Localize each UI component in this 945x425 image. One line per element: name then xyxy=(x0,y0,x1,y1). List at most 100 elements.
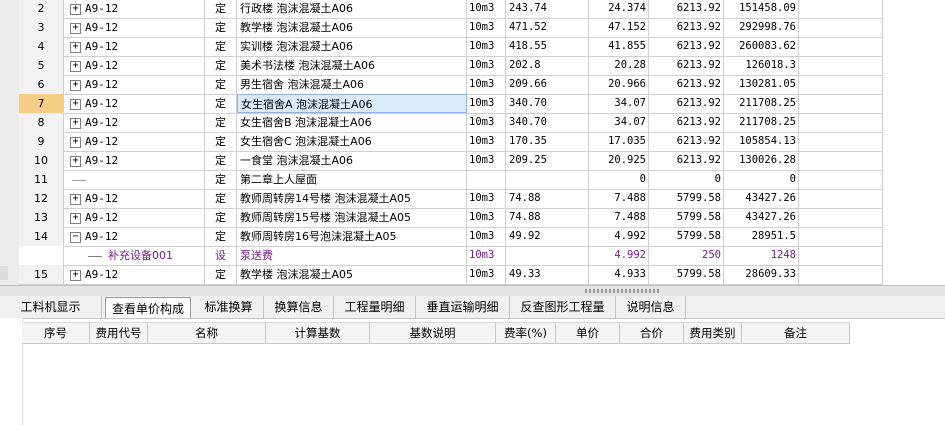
item-extra[interactable] xyxy=(799,37,883,56)
expand-icon[interactable]: + xyxy=(70,60,81,72)
expand-icon[interactable]: + xyxy=(70,41,81,53)
item-unit[interactable]: 10m3 xyxy=(467,265,506,284)
item-extra[interactable] xyxy=(799,246,883,265)
row-number[interactable]: 6 xyxy=(19,75,64,94)
tab-quantity-detail[interactable]: 工程量明细 xyxy=(334,296,416,318)
item-code-cell[interactable]: + A9-12 xyxy=(64,113,205,132)
item-quantity-expr[interactable]: 340.70 xyxy=(506,113,589,132)
item-quantity[interactable]: 34.07 xyxy=(589,113,649,132)
item-code-cell[interactable]: + A9-12 xyxy=(64,189,205,208)
item-name[interactable]: 女生宿舍A 泡沫混凝土A06 xyxy=(237,94,467,113)
row-number[interactable]: 2 xyxy=(19,0,64,18)
item-unit[interactable] xyxy=(467,170,506,189)
table-row[interactable]: 2 + A9-12 定行政楼 泡沫混凝土A06 10m3 243.74 24.374 6213… xyxy=(19,0,883,19)
table-row[interactable]: 7 + A9-12 定女生宿舍A 泡沫混凝土A06 10m3 340.70 34.07 621… xyxy=(19,94,883,114)
tab-description-info[interactable]: 说明信息 xyxy=(616,296,686,318)
item-unit-price[interactable]: 6213.92 xyxy=(649,132,724,151)
item-extra[interactable] xyxy=(799,18,883,37)
item-quantity[interactable]: 4.992 xyxy=(589,227,649,246)
item-name[interactable]: 男生宿舍 泡沫混凝土A06 xyxy=(237,75,467,94)
item-unit[interactable]: 10m3 xyxy=(467,0,506,18)
item-quantity-expr[interactable]: 209.25 xyxy=(506,151,589,170)
row-number[interactable]: 12 xyxy=(19,189,64,208)
item-quantity[interactable]: 20.28 xyxy=(589,56,649,75)
row-number[interactable]: 15 xyxy=(19,265,64,284)
row-number[interactable]: 5 xyxy=(19,56,64,75)
panel-splitter[interactable] xyxy=(0,285,945,296)
item-quantity[interactable]: 0 xyxy=(589,170,649,189)
expand-icon[interactable]: + xyxy=(70,193,81,205)
item-code-cell[interactable]: + A9-12 xyxy=(64,94,205,113)
item-code-cell[interactable]: + A9-12 xyxy=(64,265,205,284)
item-code-cell[interactable]: + A9-12 xyxy=(64,132,205,151)
tab-unit-price-composition[interactable]: 查看单价构成 xyxy=(105,297,191,318)
item-quantity-expr[interactable]: 74.88 xyxy=(506,189,589,208)
row-number[interactable]: 10 xyxy=(19,151,64,170)
item-code-cell[interactable]: + A9-12 xyxy=(64,75,205,94)
item-name[interactable]: 女生宿舍B 泡沫混凝土A06 xyxy=(237,113,467,132)
item-extra[interactable] xyxy=(799,170,883,189)
item-unit-price[interactable]: 6213.92 xyxy=(649,151,724,170)
collapse-icon[interactable]: − xyxy=(70,231,81,243)
item-unit-price[interactable]: 6213.92 xyxy=(649,0,724,18)
item-unit[interactable]: 10m3 xyxy=(467,227,506,246)
item-unit[interactable]: 10m3 xyxy=(467,37,506,56)
expand-icon[interactable]: + xyxy=(70,155,81,167)
item-quantity-expr[interactable]: 243.74 xyxy=(506,0,589,18)
item-unit-price[interactable]: 0 xyxy=(649,170,724,189)
item-quantity-expr[interactable]: 209.66 xyxy=(506,75,589,94)
item-name[interactable]: 教师周转房16号泡沫混凝土A05 xyxy=(237,227,467,246)
item-extra[interactable] xyxy=(799,56,883,75)
item-unit[interactable]: 10m3 xyxy=(467,113,506,132)
row-number[interactable]: 8 xyxy=(19,113,64,132)
expand-icon[interactable]: + xyxy=(70,98,81,110)
item-quantity[interactable]: 17.035 xyxy=(589,132,649,151)
item-unit[interactable]: 10m3 xyxy=(467,189,506,208)
item-quantity[interactable]: 20.925 xyxy=(589,151,649,170)
item-unit-price[interactable]: 250 xyxy=(649,246,724,265)
item-code-cell[interactable] xyxy=(64,170,205,189)
row-number[interactable]: 3 xyxy=(19,18,64,37)
item-unit[interactable]: 10m3 xyxy=(467,208,506,227)
item-name[interactable]: 实训楼 泡沫混凝土A06 xyxy=(237,37,467,56)
row-number[interactable]: 7 xyxy=(19,94,64,113)
expand-icon[interactable]: + xyxy=(70,269,81,281)
item-unit[interactable]: 10m3 xyxy=(467,246,506,265)
item-quantity-expr[interactable]: 49.92 xyxy=(506,227,589,246)
item-quantity-expr[interactable]: 74.88 xyxy=(506,208,589,227)
item-quantity[interactable]: 20.966 xyxy=(589,75,649,94)
table-row[interactable]: 14− A9-12 定教师周转房16号泡沫混凝土A05 10m3 49.92 4.992 5… xyxy=(19,227,883,247)
item-code-cell[interactable]: − A9-12 xyxy=(64,227,205,246)
item-extra[interactable] xyxy=(799,94,883,113)
item-name[interactable]: 第二章上人屋面 xyxy=(237,170,467,189)
table-row[interactable]: 13 + A9-12 定教师周转房15号楼 泡沫混凝土A05 10m3 74.88 7.48… xyxy=(19,208,883,228)
item-name[interactable]: 行政楼 泡沫混凝土A06 xyxy=(237,0,467,18)
item-unit-price[interactable]: 5799.58 xyxy=(649,189,724,208)
item-extra[interactable] xyxy=(799,132,883,151)
item-quantity[interactable]: 34.07 xyxy=(589,94,649,113)
item-name[interactable]: 教师周转房14号楼 泡沫混凝土A05 xyxy=(237,189,467,208)
tab-vertical-transport-detail[interactable]: 垂直运输明细 xyxy=(416,296,510,318)
item-name[interactable]: 一食堂 泡沫混凝土A06 xyxy=(237,151,467,170)
item-extra[interactable] xyxy=(799,189,883,208)
item-name[interactable]: 教师周转房15号楼 泡沫混凝土A05 xyxy=(237,208,467,227)
table-row[interactable]: 12 + A9-12 定教师周转房14号楼 泡沫混凝土A05 10m3 74.88 7.48… xyxy=(19,189,883,209)
item-quantity[interactable]: 47.152 xyxy=(589,18,649,37)
table-row[interactable]: 4 + A9-12 定实训楼 泡沫混凝土A06 10m3 418.55 41.855 6213… xyxy=(19,37,883,57)
expand-icon[interactable]: + xyxy=(70,3,81,15)
expand-icon[interactable]: + xyxy=(70,79,81,91)
table-row[interactable]: 3 + A9-12 定教学楼 泡沫混凝土A06 10m3 471.52 47.152 6213… xyxy=(19,18,883,38)
item-code-cell[interactable]: + A9-12 xyxy=(64,18,205,37)
item-name[interactable]: 美术书法楼 泡沫混凝土A06 xyxy=(237,56,467,75)
tab-reverse-graphic-quantity[interactable]: 反查图形工程量 xyxy=(510,296,616,318)
item-quantity-expr[interactable] xyxy=(506,170,589,189)
item-code-cell[interactable]: + A9-12 xyxy=(64,0,205,18)
row-number[interactable] xyxy=(19,246,64,265)
item-unit-price[interactable]: 5799.58 xyxy=(649,265,724,284)
row-number[interactable]: 14 xyxy=(19,227,64,246)
item-extra[interactable] xyxy=(799,75,883,94)
item-quantity[interactable]: 41.855 xyxy=(589,37,649,56)
item-quantity-expr[interactable]: 471.52 xyxy=(506,18,589,37)
table-row[interactable]: 9 + A9-12 定女生宿舍C 泡沫混凝土A06 10m3 170.35 17.035 62… xyxy=(19,132,883,152)
item-quantity-expr[interactable]: 49.33 xyxy=(506,265,589,284)
